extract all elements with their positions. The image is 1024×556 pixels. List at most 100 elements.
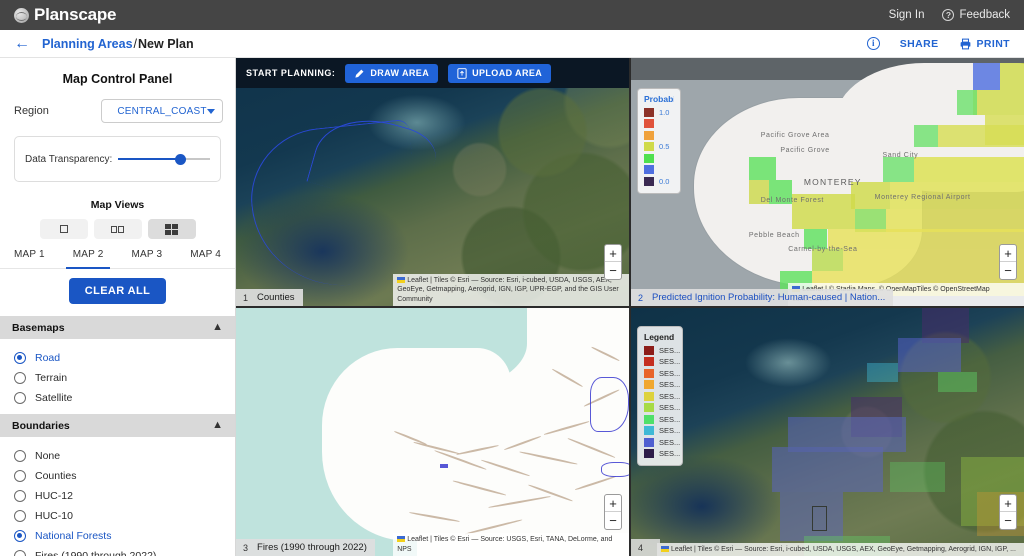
info-circle-icon[interactable]: i (866, 37, 880, 50)
map-1-zoom-controls[interactable]: + − (604, 244, 622, 280)
legend-entry: SES... (644, 414, 680, 424)
tab-map-4[interactable]: MAP 4 (176, 249, 235, 268)
map-panel-2[interactable]: Pacific Grove Area Pacific Grove MONTERE… (631, 58, 1024, 306)
map-tabs: MAP 1 MAP 2 MAP 3 MAP 4 (0, 249, 235, 269)
radio-icon (14, 392, 26, 404)
radio-icon (14, 450, 26, 462)
radio-icon (14, 510, 26, 522)
tab-map-1-label: MAP 1 (13, 249, 45, 260)
map-2-legend-title: Probabili (644, 94, 674, 104)
map-4-zoom-controls[interactable]: + − (999, 494, 1017, 530)
basemap-road-label: Road (35, 352, 61, 364)
one-pane-icon (59, 225, 68, 233)
breadcrumb-bar: ← Planning Areas/New Plan i SHARE PRINT (0, 30, 1024, 58)
map-panel-1[interactable]: START PLANNING: DRAW AREA UPLOAD AREA + … (236, 58, 629, 306)
legend-entry: SES... (644, 380, 680, 390)
app-logo[interactable]: Planscape (14, 5, 117, 25)
zoom-out-icon[interactable]: − (1000, 512, 1016, 529)
map-2-layer-label[interactable]: 2 Predicted Ignition Probability: Human-… (631, 289, 894, 306)
print-label: PRINT (976, 37, 1010, 50)
boundary-national-forests-label: National Forests (35, 530, 112, 542)
section-header-basemaps[interactable]: Basemaps ▲ (0, 316, 235, 339)
sign-in-button[interactable]: Sign In (889, 9, 925, 21)
section-header-boundaries[interactable]: Boundaries ▲ (0, 414, 235, 437)
legend-value: SES... (659, 449, 681, 458)
map-2-legend: Probabili 1.0 0.5 0.0 (637, 88, 681, 194)
basemap-option-road[interactable]: Road (14, 348, 235, 368)
legend-value: SES... (659, 391, 681, 401)
tab-map-2[interactable]: MAP 2 (59, 249, 118, 269)
print-button[interactable]: PRINT (959, 38, 1011, 50)
map-2-label-text: Predicted Ignition Probability: Human-ca… (652, 292, 886, 303)
boundary-option-national-forests[interactable]: National Forests (14, 526, 235, 546)
two-map-view-button[interactable] (93, 219, 142, 239)
radio-icon (14, 530, 26, 542)
zoom-out-icon[interactable]: − (605, 512, 621, 529)
slider-knob[interactable] (175, 153, 187, 165)
legend-swatch (644, 130, 654, 140)
tab-map-3-label: MAP 3 (131, 249, 163, 260)
map-4-legend: Legend SES... SES... SES... SES... SES..… (637, 326, 683, 466)
legend-swatch (644, 119, 654, 128)
draw-area-label: DRAW AREA (370, 68, 430, 78)
legend-entry (644, 130, 674, 140)
boundary-option-fires[interactable]: Fires (1990 through 2022) (14, 546, 235, 556)
map-3-attribution-text: Leaflet | Tiles © Esri — Source: USGS, E… (397, 536, 613, 553)
map-3-terrain-tiles (236, 308, 629, 556)
region-select[interactable]: CENTRAL_COAST (101, 99, 223, 123)
two-pane-icon (111, 225, 124, 233)
draw-area-button[interactable]: DRAW AREA (345, 63, 439, 83)
zoom-in-icon[interactable]: + (605, 495, 621, 512)
legend-swatch (644, 414, 654, 424)
map-4-layer-label[interactable]: 4 (631, 539, 661, 556)
legend-value: SES... (659, 403, 681, 412)
data-transparency-slider[interactable] (118, 152, 210, 166)
zoom-in-icon[interactable]: + (1000, 495, 1016, 512)
feedback-button[interactable]: ? Feedback (942, 9, 1010, 21)
map-3-number: 3 (243, 542, 249, 553)
legend-entry: SES... (644, 368, 680, 378)
basemap-option-satellite[interactable]: Satellite (14, 388, 235, 408)
map-2-zoom-controls[interactable]: + − (999, 244, 1017, 280)
zoom-in-icon[interactable]: + (605, 245, 621, 262)
boundary-option-none[interactable]: None (14, 446, 235, 466)
legend-entry (644, 165, 674, 175)
legend-value: 0.5 (659, 142, 670, 151)
basemap-option-terrain[interactable]: Terrain (14, 368, 235, 388)
map-panel-3[interactable]: + − Leaflet | Tiles © Esri — Source: USG… (236, 308, 629, 556)
zoom-out-icon[interactable]: − (605, 262, 621, 279)
single-map-view-button[interactable] (39, 219, 88, 239)
tab-map-1[interactable]: MAP 1 (0, 249, 59, 268)
boundary-option-huc-12[interactable]: HUC-12 (14, 486, 235, 506)
legend-value: 0.0 (659, 176, 670, 186)
sign-in-label: Sign In (888, 9, 925, 21)
breadcrumb-parent-link[interactable]: Planning Areas (42, 37, 133, 51)
map-1-layer-label[interactable]: 1 Counties (236, 289, 303, 306)
boundary-option-huc-10[interactable]: HUC-10 (14, 506, 235, 526)
region-row: Region CENTRAL_COAST (0, 98, 235, 124)
zoom-out-icon[interactable]: − (1000, 262, 1016, 279)
map-panel-4[interactable]: Legend SES... SES... SES... SES... SES..… (631, 308, 1024, 556)
map-3-zoom-controls[interactable]: + − (604, 494, 622, 530)
legend-swatch (644, 391, 654, 401)
map-3-layer-label[interactable]: 3 Fires (1990 through 2022) (236, 539, 375, 556)
arrow-left-icon[interactable]: ← (14, 35, 30, 52)
share-button[interactable]: SHARE (900, 38, 939, 50)
question-circle-icon: ? (942, 9, 955, 21)
upload-area-button[interactable]: UPLOAD AREA (448, 63, 552, 83)
leaflet-flag-icon (397, 276, 406, 283)
legend-swatch (644, 153, 654, 163)
map-3-label-text: Fires (1990 through 2022) (257, 542, 367, 553)
clear-all-button[interactable]: CLEAR ALL (68, 278, 167, 304)
boundary-option-counties[interactable]: Counties (14, 466, 235, 486)
radio-icon (14, 372, 26, 384)
clear-all-row: CLEAR ALL (0, 269, 235, 316)
legend-value: SES... (659, 368, 681, 378)
breadcrumb-current: New Plan (138, 36, 194, 51)
zoom-in-icon[interactable]: + (1000, 245, 1016, 262)
four-map-view-button[interactable] (147, 219, 196, 239)
tab-map-3[interactable]: MAP 3 (118, 249, 177, 268)
breadcrumb: Planning Areas/New Plan (42, 37, 194, 51)
basemap-satellite-label: Satellite (35, 392, 73, 404)
legend-entry: 0.5 (644, 142, 674, 152)
